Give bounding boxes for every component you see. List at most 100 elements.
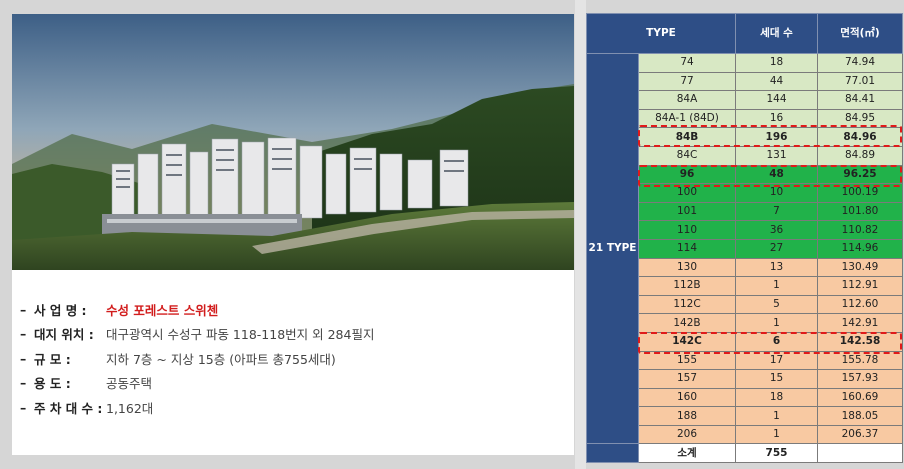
info-label: 사 업 명 : (34, 302, 87, 318)
cell-units: 36 (735, 220, 818, 240)
info-row-scale: – 규 모 : 지하 7층 ~ 지상 15층 (아파트 총755세대) (20, 346, 560, 371)
cell-area: 84.41 (817, 90, 903, 110)
cell-units: 1 (735, 313, 818, 333)
info-label: 용 도 : (34, 376, 71, 392)
cell-area: 110.82 (817, 220, 903, 240)
header-units: 세대 수 (735, 13, 818, 54)
cell-type: 155 (638, 350, 736, 371)
cell-area: 84.96 (817, 127, 903, 147)
cell-type: 206 (638, 424, 736, 445)
cell-units: 1 (735, 406, 818, 426)
total-label: 소계 (638, 443, 736, 464)
cell-units: 18 (735, 387, 818, 408)
cell-type: 74 (638, 53, 736, 73)
cell-area: 188.05 (817, 406, 903, 426)
cell-area: 114.96 (817, 238, 903, 259)
cell-units: 18 (735, 53, 818, 73)
cell-type: 84C (638, 145, 736, 166)
cell-area: 84.95 (817, 108, 903, 129)
cell-area: 101.80 (817, 201, 903, 222)
table-total-row: 소계 755 (586, 443, 903, 464)
dash-marker: – (20, 326, 27, 342)
cell-area: 160.69 (817, 387, 903, 408)
cell-type: 110 (638, 220, 736, 240)
cell-area: 77.01 (817, 71, 903, 92)
cell-type: 142B (638, 313, 736, 333)
dash-marker: – (20, 301, 27, 317)
cell-area: 206.37 (817, 424, 903, 445)
cell-units: 1 (735, 424, 818, 445)
info-label: 규 모 : (34, 351, 71, 367)
cell-units: 13 (735, 257, 818, 278)
location-value: 대구광역시 수성구 파동 118-118번지 외 284필지 (106, 327, 375, 343)
info-row-project-name: – 사 업 명 : 수성 포레스트 스위첸 (20, 297, 560, 322)
cell-area: 112.91 (817, 276, 903, 296)
cell-units: 16 (735, 108, 818, 129)
cell-type: 101 (638, 201, 736, 222)
cell-units: 10 (735, 183, 818, 203)
cell-units: 144 (735, 90, 818, 110)
info-row-parking: – 주 차 대 수 : 1,162대 (20, 395, 560, 420)
dash-marker: – (20, 350, 27, 366)
info-row-location: – 대지 위치 : 대구광역시 수성구 파동 118-118번지 외 284필지 (20, 322, 560, 347)
unit-type-table-panel: TYPE 세대 수 면적(㎡) 21 TYPE 74 18 74.94 77 44 77.0… (586, 13, 904, 469)
header-type: TYPE (586, 13, 736, 54)
cell-type: 188 (638, 406, 736, 426)
info-label: 주 차 대 수 : (34, 400, 103, 416)
cell-type: 114 (638, 238, 736, 259)
total-group-cell (586, 443, 639, 464)
cell-type: 142C (638, 331, 736, 352)
group-label: 21 TYPE (586, 52, 639, 445)
cell-area: 100.19 (817, 183, 903, 203)
cell-type: 84B (638, 127, 736, 147)
cell-type: 160 (638, 387, 736, 408)
cell-units: 6 (735, 331, 818, 352)
cell-type: 112C (638, 294, 736, 315)
cell-type: 112B (638, 276, 736, 296)
total-area (817, 443, 903, 464)
cell-area: 112.60 (817, 294, 903, 315)
cell-area: 142.58 (817, 331, 903, 352)
info-label: 대지 위치 : (34, 327, 94, 343)
cell-type: 157 (638, 369, 736, 389)
cell-area: 142.91 (817, 313, 903, 333)
dash-marker: – (20, 375, 27, 391)
cell-units: 196 (735, 127, 818, 147)
cell-units: 17 (735, 350, 818, 371)
divider-strip (575, 0, 586, 469)
project-info-list: – 사 업 명 : 수성 포레스트 스위첸 – 대지 위치 : 대구광역시 수성… (20, 297, 560, 420)
cell-units: 15 (735, 369, 818, 389)
apartment-rendering-image (12, 14, 574, 270)
cell-type: 84A (638, 90, 736, 110)
dash-marker: – (20, 399, 27, 415)
project-name-value: 수성 포레스트 스위첸 (106, 302, 219, 318)
cell-type: 84A-1 (84D) (638, 108, 736, 129)
unit-type-table: TYPE 세대 수 면적(㎡) 21 TYPE 74 18 74.94 77 44 77.0… (586, 13, 903, 464)
cell-area: 96.25 (817, 164, 903, 185)
cell-units: 44 (735, 71, 818, 92)
cell-units: 27 (735, 238, 818, 259)
header-area: 면적(㎡) (817, 13, 903, 54)
cell-type: 130 (638, 257, 736, 278)
info-row-usage: – 용 도 : 공동주택 (20, 371, 560, 396)
parking-value: 1,162대 (106, 400, 154, 416)
table-row: 21 TYPE 74 18 74.94 (586, 52, 903, 445)
cell-units: 1 (735, 276, 818, 296)
project-overview-panel: – 사 업 명 : 수성 포레스트 스위첸 – 대지 위치 : 대구광역시 수성… (12, 14, 574, 455)
usage-value: 공동주택 (106, 376, 153, 392)
cell-units: 48 (735, 164, 818, 185)
cell-area: 74.94 (817, 53, 903, 73)
cell-area: 157.93 (817, 369, 903, 389)
cell-area: 155.78 (817, 350, 903, 371)
cell-area: 84.89 (817, 145, 903, 166)
table-header-row: TYPE 세대 수 면적(㎡) (586, 13, 903, 54)
cell-type: 96 (638, 164, 736, 185)
scale-value: 지하 7층 ~ 지상 15층 (아파트 총755세대) (106, 351, 336, 367)
cell-type: 77 (638, 71, 736, 92)
cell-units: 131 (735, 145, 818, 166)
total-units: 755 (735, 443, 818, 464)
cell-units: 5 (735, 294, 818, 315)
cell-type: 100 (638, 183, 736, 203)
cell-units: 7 (735, 201, 818, 222)
cell-area: 130.49 (817, 257, 903, 278)
